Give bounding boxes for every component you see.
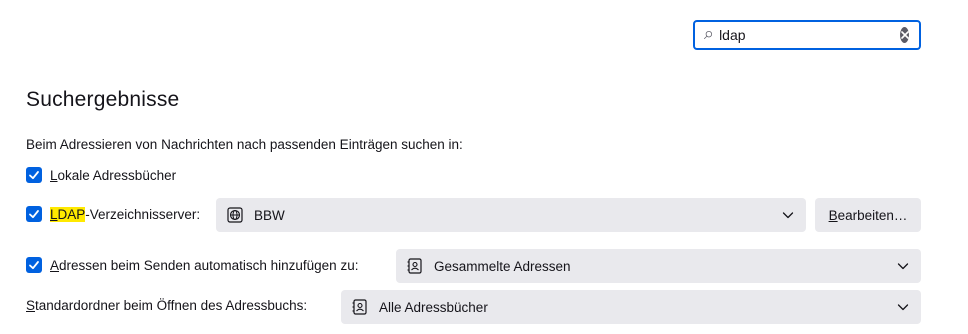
ldap-label: LDAP-Verzeichnisserver: xyxy=(50,206,201,222)
default-folder-value: Alle Adressbücher xyxy=(379,299,488,315)
checkmark-icon xyxy=(29,171,39,180)
edit-button-label: Bearbeiten… xyxy=(828,207,908,223)
chevron-down-icon xyxy=(897,263,909,270)
default-folder-option: Standardordner beim Öffnen des Adressbuc… xyxy=(26,298,307,313)
auto-add-value: Gesammelte Adressen xyxy=(434,258,571,274)
default-folder-label: Standardordner beim Öffnen des Adressbuc… xyxy=(26,298,308,313)
address-book-icon xyxy=(352,299,367,315)
local-address-books-label: Lokale Adressbücher xyxy=(50,167,177,183)
edit-ldap-button[interactable]: Bearbeiten… xyxy=(815,198,921,232)
address-book-icon xyxy=(407,258,422,274)
search-field[interactable] xyxy=(693,20,921,50)
checkmark-icon xyxy=(29,210,39,219)
search-input[interactable] xyxy=(719,25,901,45)
chevron-down-icon xyxy=(897,304,909,311)
auto-add-label: Adressen beim Senden automatisch hinzufü… xyxy=(50,257,359,273)
search-icon xyxy=(704,31,713,39)
local-address-books-checkbox[interactable] xyxy=(26,167,42,183)
auto-add-checkbox[interactable] xyxy=(26,257,42,273)
checkmark-icon xyxy=(29,261,39,270)
auto-add-option[interactable]: Adressen beim Senden automatisch hinzufü… xyxy=(26,257,358,273)
ldap-server-value: BBW xyxy=(254,207,285,223)
auto-add-select[interactable]: Gesammelte Adressen xyxy=(396,249,921,283)
ldap-option[interactable]: LDAP-Verzeichnisserver: xyxy=(26,206,200,222)
clear-search-icon[interactable] xyxy=(900,27,909,43)
ldap-server-select[interactable]: BBW xyxy=(216,198,806,232)
chevron-down-icon xyxy=(782,212,794,219)
local-address-books-option[interactable]: Lokale Adressbücher xyxy=(26,167,176,183)
section-heading: Suchergebnisse xyxy=(26,88,180,111)
globe-book-icon xyxy=(227,207,243,223)
ldap-checkbox[interactable] xyxy=(26,206,42,222)
search-description: Beim Adressieren von Nachrichten nach pa… xyxy=(26,137,463,152)
default-folder-select[interactable]: Alle Adressbücher xyxy=(341,290,921,324)
